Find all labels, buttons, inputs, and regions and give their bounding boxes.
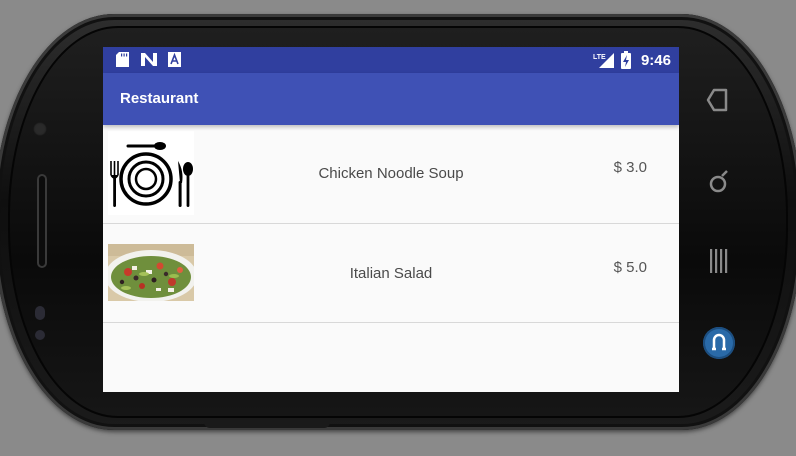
home-icon[interactable] <box>706 168 732 201</box>
proximity-sensor <box>35 306 45 320</box>
item-name: Chicken Noodle Soup <box>318 165 464 182</box>
list-item[interactable]: Italian Salad $ 5.0 <box>103 224 679 323</box>
plate-cutlery-icon <box>108 131 194 215</box>
item-price: $ 5.0 <box>613 259 647 276</box>
a-notification-icon <box>168 52 181 72</box>
item-name: Italian Salad <box>349 265 433 282</box>
app-screen: LTE 9:46 Restaurant Chicken Noodle Soup … <box>103 47 679 392</box>
front-camera <box>33 122 47 136</box>
recent-apps-icon[interactable] <box>708 246 730 281</box>
light-sensor <box>35 330 45 340</box>
sd-card-icon <box>116 52 129 72</box>
salad-photo <box>108 244 194 301</box>
status-time: 9:46 <box>640 52 671 69</box>
status-bar: LTE 9:46 <box>103 47 679 73</box>
item-price: $ 3.0 <box>613 159 647 176</box>
battery-charging-icon <box>621 51 631 74</box>
svg-text:LTE: LTE <box>593 54 606 61</box>
lte-signal-icon: LTE <box>593 51 615 74</box>
device-bottom-tab <box>204 418 330 428</box>
menu-list: Chicken Noodle Soup $ 3.0 Italian Salad … <box>103 125 679 323</box>
back-icon[interactable] <box>706 84 732 121</box>
n-notification-icon <box>140 52 158 72</box>
app-bar: Restaurant <box>103 73 679 125</box>
list-item[interactable]: Chicken Noodle Soup $ 3.0 <box>103 125 679 224</box>
assistant-icon[interactable] <box>703 327 735 359</box>
app-title: Restaurant <box>120 90 199 107</box>
earpiece-speaker <box>37 174 47 268</box>
